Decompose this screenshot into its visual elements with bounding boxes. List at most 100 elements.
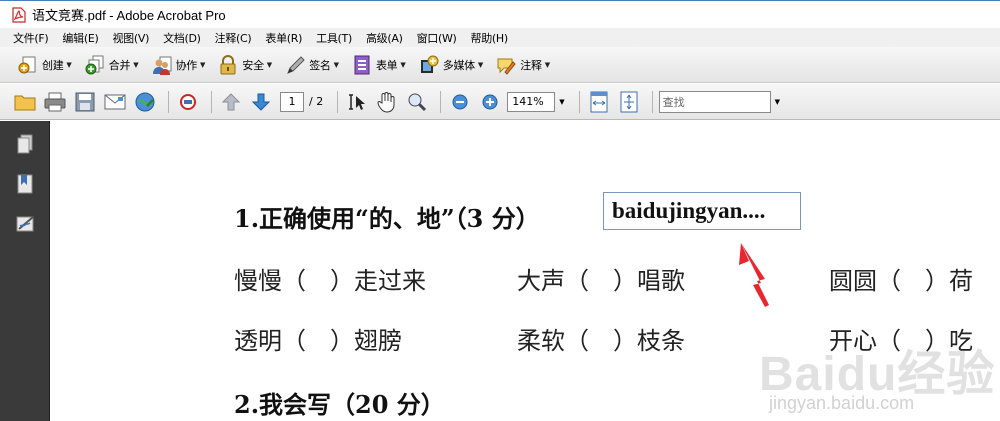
chevron-down-icon: ▼ <box>477 60 484 69</box>
pdf-file-icon <box>12 6 26 23</box>
menu-view[interactable]: 视图(V) <box>105 30 156 46</box>
collaborate-users-icon <box>151 54 173 76</box>
show-hide-button[interactable] <box>175 89 201 115</box>
row-1-item-2: 大声（ ）唱歌 <box>517 267 685 295</box>
chevron-down-icon[interactable]: ▼ <box>559 98 564 106</box>
forms-label: 表单 <box>375 58 398 72</box>
secure-label: 安全 <box>242 58 264 72</box>
email-button[interactable] <box>102 89 128 115</box>
tasks-toolbar: 创建 ▼ 合并 ▼ 协作 ▼ 安全 ▼ 签名 ▼ 表单 ▼ 多媒体 ▼ 注释 ▼ <box>0 47 1000 83</box>
chevron-down-icon: ▼ <box>544 60 551 69</box>
floppy-disk-icon <box>75 92 95 111</box>
multimedia-label: 多媒体 <box>442 58 475 72</box>
chevron-down-icon[interactable]: ▼ <box>775 98 780 106</box>
secure-button[interactable]: 安全 ▼ <box>212 51 277 79</box>
next-page-button[interactable] <box>248 89 274 115</box>
create-pdf-icon <box>17 54 39 76</box>
create-label: 创建 <box>42 58 64 72</box>
find-input[interactable]: 查找 <box>658 90 771 113</box>
lock-icon <box>217 54 239 76</box>
hand-tool-button[interactable] <box>374 89 400 115</box>
navigation-panel <box>0 121 50 421</box>
pen-icon <box>284 54 306 76</box>
sign-button[interactable]: 签名 ▼ <box>279 51 344 79</box>
combine-label: 合并 <box>108 58 131 72</box>
toolbar-divider <box>211 90 212 113</box>
title-bar: 语文竞赛.pdf - Adobe Acrobat Pro <box>0 0 1000 28</box>
zoom-out-button[interactable] <box>447 89 473 115</box>
baidu-watermark-url: jingyan.baidu.com <box>769 393 915 413</box>
menu-forms[interactable]: 表单(R) <box>258 30 309 46</box>
previous-page-button[interactable] <box>218 89 244 115</box>
film-icon <box>418 54 440 76</box>
bookmarks-icon[interactable] <box>15 173 35 195</box>
question-2-heading: 2.我会写（20 分） <box>234 390 445 419</box>
form-text-field[interactable]: baidujingyan.... <box>603 192 801 230</box>
menu-tools[interactable]: 工具(T) <box>309 30 359 46</box>
folder-icon <box>14 95 36 110</box>
print-button[interactable] <box>42 89 68 115</box>
pages-icon[interactable] <box>15 133 35 155</box>
globe-icon <box>135 92 155 111</box>
document-view[interactable]: 1.正确使用“的、地”（3 分） baidujingyan.... 慢慢（ ）走… <box>51 121 1000 421</box>
save-button[interactable] <box>72 89 98 115</box>
fit-width-icon <box>590 91 608 112</box>
toolbar-divider <box>337 90 339 113</box>
chevron-down-icon: ▼ <box>266 60 273 69</box>
comment-bubble-icon <box>495 54 517 76</box>
zoom-level-input[interactable]: 141% <box>507 91 556 112</box>
row-2-item-1: 透明（ ）翅膀 <box>234 327 402 355</box>
magnifier-icon <box>408 93 427 111</box>
menu-help[interactable]: 帮助(H) <box>464 30 515 46</box>
page-number-input[interactable]: 1 <box>280 91 304 112</box>
row-1-item-1: 慢慢（ ）走过来 <box>234 267 426 295</box>
arrow-down-icon <box>251 93 271 111</box>
combine-button[interactable]: 合并 ▼ <box>79 51 144 79</box>
row-2-item-2: 柔软（ ）枝条 <box>517 327 685 355</box>
sign-label: 签名 <box>309 58 331 72</box>
open-button[interactable] <box>12 89 38 115</box>
window-title: 语文竞赛.pdf - Adobe Acrobat Pro <box>32 8 226 23</box>
combine-files-icon <box>84 54 106 76</box>
menu-bar: 文件(F) 编辑(E) 视图(V) 文档(D) 注释(C) 表单(R) 工具(T… <box>0 28 1000 47</box>
chevron-down-icon: ▼ <box>400 60 406 69</box>
zoom-out-icon <box>452 94 468 109</box>
question-1-heading: 1.正确使用“的、地”（3 分） <box>234 204 540 233</box>
text-cursor-icon <box>349 93 366 110</box>
red-arrow-annotation <box>739 243 769 307</box>
create-button[interactable]: 创建 ▼ <box>12 51 77 79</box>
menu-advanced[interactable]: 高级(A) <box>359 30 410 46</box>
navigation-toolbar: 1 / 2 141% ▼ 查找 ▼ <box>0 84 1000 120</box>
form-icon <box>351 54 373 76</box>
forms-button[interactable]: 表单 ▼ <box>346 51 411 79</box>
select-tool-button[interactable] <box>344 89 370 115</box>
printer-icon <box>44 92 66 111</box>
chevron-down-icon: ▼ <box>333 60 339 69</box>
zoom-in-button[interactable] <box>477 89 503 115</box>
comment-button[interactable]: 注释 ▼ <box>490 51 555 79</box>
stamp-icon <box>180 93 196 110</box>
envelope-icon <box>104 94 126 109</box>
multimedia-button[interactable]: 多媒体 ▼ <box>413 51 489 79</box>
menu-window[interactable]: 窗口(W) <box>410 30 464 46</box>
toolbar-divider <box>578 90 580 113</box>
chevron-down-icon: ▼ <box>66 60 72 69</box>
fit-width-button[interactable] <box>586 89 612 115</box>
signatures-icon[interactable] <box>15 213 35 235</box>
menu-document[interactable]: 文档(D) <box>156 30 208 46</box>
toolbar-divider <box>168 90 169 113</box>
comment-label: 注释 <box>520 58 542 72</box>
chevron-down-icon: ▼ <box>200 60 206 69</box>
toolbar-divider <box>440 90 442 113</box>
arrow-up-icon <box>221 92 241 110</box>
fit-page-button[interactable] <box>616 89 642 115</box>
menu-file[interactable]: 文件(F) <box>6 30 55 46</box>
menu-comments[interactable]: 注释(C) <box>208 30 259 46</box>
collaborate-button[interactable]: 协作 ▼ <box>146 51 211 79</box>
zoom-tool-button[interactable] <box>404 89 430 115</box>
fit-page-icon <box>620 91 638 112</box>
menu-edit[interactable]: 编辑(E) <box>55 30 105 46</box>
share-button[interactable] <box>132 89 158 115</box>
page-total-label: / 2 <box>309 95 324 108</box>
row-1-item-3: 圆圆（ ）荷 <box>829 267 973 295</box>
